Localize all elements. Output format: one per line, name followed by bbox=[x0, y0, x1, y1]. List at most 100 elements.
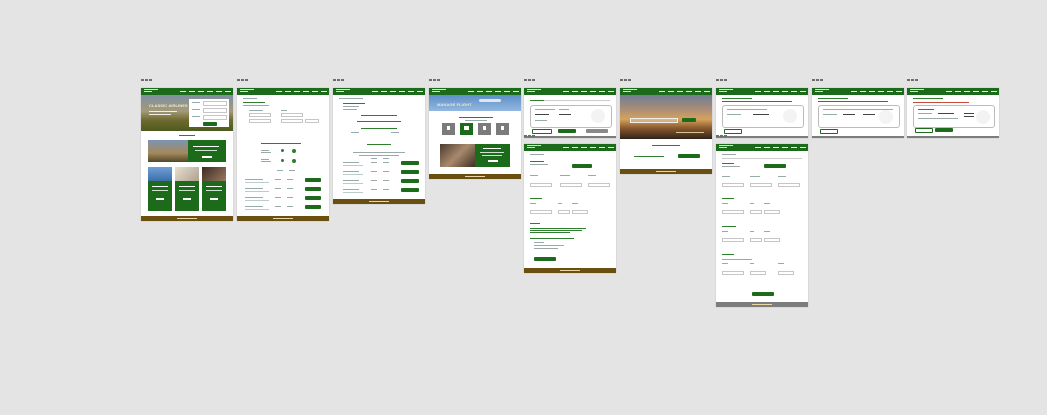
nav-link[interactable] bbox=[372, 91, 378, 92]
nav-link[interactable] bbox=[782, 147, 788, 148]
nav-link[interactable] bbox=[869, 91, 875, 92]
option-tile[interactable] bbox=[496, 123, 509, 135]
nav-link[interactable] bbox=[773, 147, 779, 148]
nav-link[interactable] bbox=[285, 91, 291, 92]
logo[interactable] bbox=[144, 89, 158, 90]
nav-link[interactable] bbox=[608, 147, 614, 148]
logo[interactable] bbox=[910, 89, 924, 90]
select-flight-button[interactable] bbox=[305, 205, 321, 209]
logo[interactable] bbox=[719, 89, 733, 90]
nav-link[interactable] bbox=[504, 91, 510, 92]
option-tile[interactable] bbox=[442, 123, 455, 135]
text-input[interactable] bbox=[722, 271, 744, 275]
nav-link[interactable] bbox=[955, 91, 961, 92]
submit-button[interactable] bbox=[534, 257, 556, 261]
card-button[interactable] bbox=[182, 197, 192, 201]
nav-link[interactable] bbox=[704, 91, 710, 92]
select-flight-button[interactable] bbox=[305, 178, 321, 182]
date-input[interactable] bbox=[249, 119, 271, 123]
nav-link[interactable] bbox=[695, 91, 701, 92]
nav-link[interactable] bbox=[225, 91, 231, 92]
nav-link[interactable] bbox=[764, 147, 770, 148]
nav-link[interactable] bbox=[991, 91, 997, 92]
nav-link[interactable] bbox=[581, 91, 587, 92]
logo[interactable] bbox=[527, 89, 541, 90]
primary-button[interactable] bbox=[764, 164, 786, 168]
promo-button[interactable] bbox=[201, 155, 213, 159]
toggle-icon[interactable] bbox=[281, 149, 284, 152]
back-button[interactable] bbox=[820, 129, 838, 134]
logo[interactable] bbox=[432, 89, 446, 90]
logo[interactable] bbox=[815, 89, 829, 90]
logo[interactable] bbox=[623, 89, 637, 90]
nav-link[interactable] bbox=[800, 147, 806, 148]
to-input[interactable] bbox=[203, 108, 227, 113]
nav-link[interactable] bbox=[973, 91, 979, 92]
nav-link[interactable] bbox=[390, 91, 396, 92]
search-input[interactable] bbox=[630, 118, 678, 123]
nav-link[interactable] bbox=[590, 147, 596, 148]
submit-button[interactable] bbox=[678, 154, 700, 158]
nav-link[interactable] bbox=[982, 91, 988, 92]
nav-link[interactable] bbox=[755, 91, 761, 92]
nav-link[interactable] bbox=[677, 91, 683, 92]
nav-link[interactable] bbox=[860, 91, 866, 92]
nav-link[interactable] bbox=[180, 91, 186, 92]
card-button[interactable] bbox=[155, 197, 165, 201]
search-button[interactable] bbox=[203, 122, 217, 126]
nav-link[interactable] bbox=[303, 91, 309, 92]
select-fare-button[interactable] bbox=[401, 161, 419, 165]
nav-link[interactable] bbox=[964, 91, 970, 92]
select-flight-button[interactable] bbox=[305, 196, 321, 200]
logo[interactable] bbox=[527, 145, 541, 146]
nav-link[interactable] bbox=[599, 147, 605, 148]
tab-active[interactable] bbox=[530, 100, 544, 101]
search-button[interactable] bbox=[682, 118, 696, 122]
nav-link[interactable] bbox=[399, 91, 405, 92]
nav-link[interactable] bbox=[791, 91, 797, 92]
toggle-icon[interactable] bbox=[292, 149, 296, 153]
text-input[interactable] bbox=[588, 183, 610, 187]
class-input[interactable] bbox=[305, 119, 319, 123]
option-tile[interactable] bbox=[460, 123, 473, 135]
card-button[interactable] bbox=[209, 197, 219, 201]
select-fare-button[interactable] bbox=[401, 188, 419, 192]
nav-link[interactable] bbox=[486, 91, 492, 92]
toggle-icon[interactable] bbox=[292, 159, 296, 163]
text-input[interactable] bbox=[750, 271, 766, 275]
nav-link[interactable] bbox=[321, 91, 327, 92]
back-button[interactable] bbox=[915, 128, 933, 133]
nav-link[interactable] bbox=[608, 91, 614, 92]
promo-button[interactable] bbox=[487, 159, 499, 163]
nav-link[interactable] bbox=[599, 91, 605, 92]
text-input[interactable] bbox=[722, 183, 744, 187]
text-input[interactable] bbox=[750, 183, 772, 187]
nav-link[interactable] bbox=[216, 91, 222, 92]
text-input[interactable] bbox=[558, 210, 570, 214]
nav-link[interactable] bbox=[468, 91, 474, 92]
continue-button[interactable] bbox=[935, 128, 953, 132]
text-input[interactable] bbox=[530, 183, 552, 187]
nav-link[interactable] bbox=[764, 91, 770, 92]
text-input[interactable] bbox=[778, 271, 794, 275]
nav-link[interactable] bbox=[207, 91, 213, 92]
text-input[interactable] bbox=[764, 210, 780, 214]
submit-button[interactable] bbox=[752, 292, 774, 296]
nav-link[interactable] bbox=[572, 91, 578, 92]
select-flight-button[interactable] bbox=[305, 187, 321, 191]
origin-input[interactable] bbox=[249, 113, 271, 117]
back-button[interactable] bbox=[724, 129, 742, 134]
nav-link[interactable] bbox=[198, 91, 204, 92]
logo[interactable] bbox=[336, 89, 350, 90]
continue-button[interactable] bbox=[558, 129, 576, 133]
nav-link[interactable] bbox=[408, 91, 414, 92]
text-input[interactable] bbox=[764, 238, 780, 242]
nav-link[interactable] bbox=[878, 91, 884, 92]
text-input[interactable] bbox=[560, 183, 582, 187]
text-input[interactable] bbox=[530, 210, 552, 214]
nav-link[interactable] bbox=[495, 91, 501, 92]
from-input[interactable] bbox=[203, 101, 227, 106]
nav-link[interactable] bbox=[477, 91, 483, 92]
nav-link[interactable] bbox=[563, 147, 569, 148]
text-input[interactable] bbox=[750, 210, 762, 214]
